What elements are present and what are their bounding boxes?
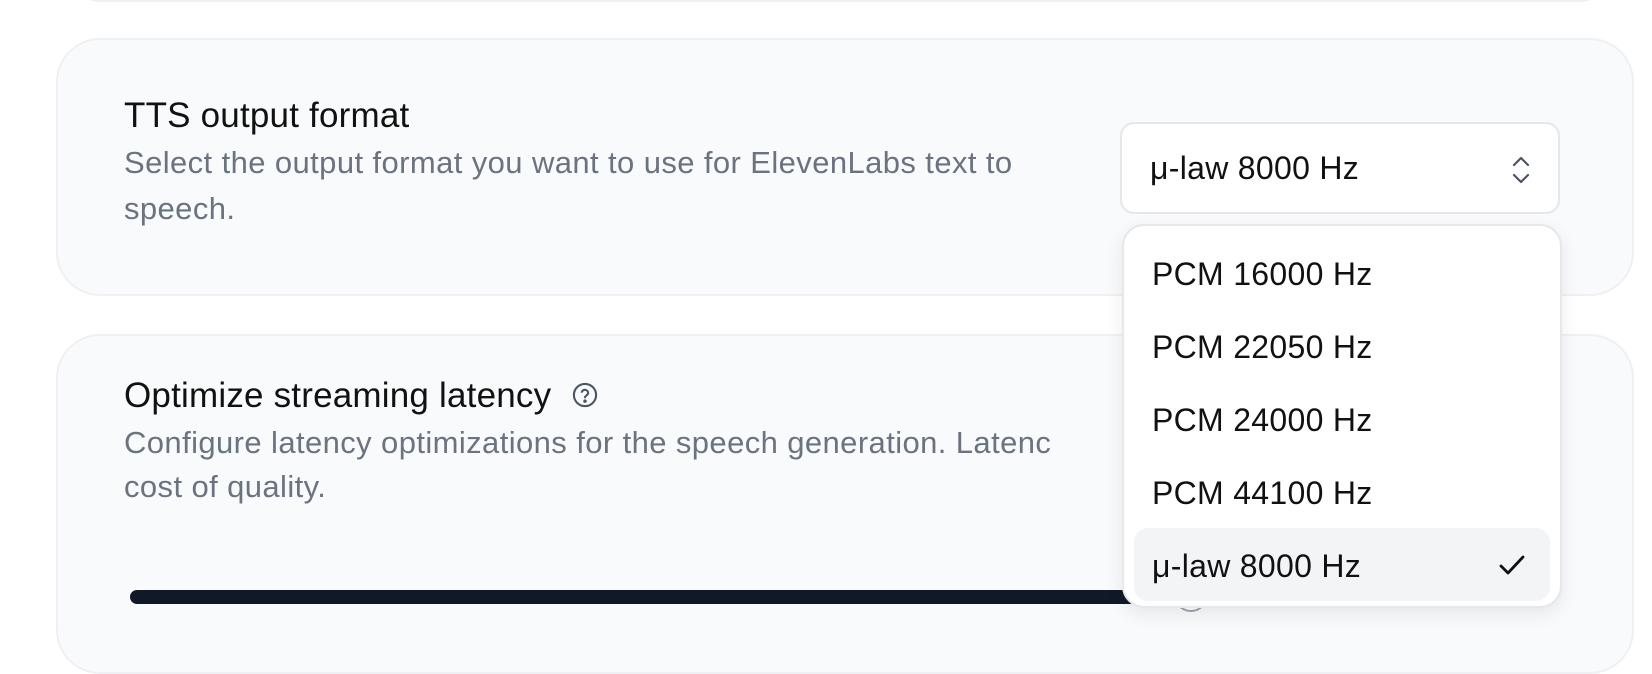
chevron-up-down-icon [1512,156,1530,184]
tts-output-format-description: Select the output format you want to use… [124,145,1013,226]
format-option-pcm-44100[interactable]: PCM 44100 Hz [1134,455,1550,528]
streaming-latency-title: Optimize streaming latency [124,376,552,415]
format-option-pcm-24000[interactable]: PCM 24000 Hz [1134,382,1550,455]
output-format-select[interactable]: μ-law 8000 Hz [1120,122,1560,214]
format-option-label: PCM 44100 Hz [1152,475,1373,511]
help-circle-icon[interactable] [571,381,599,409]
latency-slider-track[interactable] [130,590,1210,604]
format-option-label: PCM 16000 Hz [1152,256,1373,292]
check-icon [1499,555,1525,575]
streaming-latency-description-line1: Configure latency optimizations for the … [124,425,1052,460]
format-option-pcm-16000[interactable]: PCM 16000 Hz [1134,236,1550,309]
tts-output-format-title: TTS output format [124,96,410,135]
format-option-pcm-22050[interactable]: PCM 22050 Hz [1134,309,1550,382]
previous-settings-card [70,0,1610,2]
format-option-ulaw-8000[interactable]: μ-law 8000 Hz [1134,528,1550,601]
streaming-latency-title-row: Optimize streaming latency [124,376,599,416]
format-option-label: PCM 24000 Hz [1152,402,1373,438]
streaming-latency-description-line2: cost of quality. [124,469,327,504]
output-format-dropdown: PCM 16000 Hz PCM 22050 Hz PCM 24000 Hz P… [1122,224,1562,608]
output-format-select-value: μ-law 8000 Hz [1150,150,1360,186]
format-option-label: μ-law 8000 Hz [1152,548,1362,584]
format-option-label: PCM 22050 Hz [1152,329,1373,365]
